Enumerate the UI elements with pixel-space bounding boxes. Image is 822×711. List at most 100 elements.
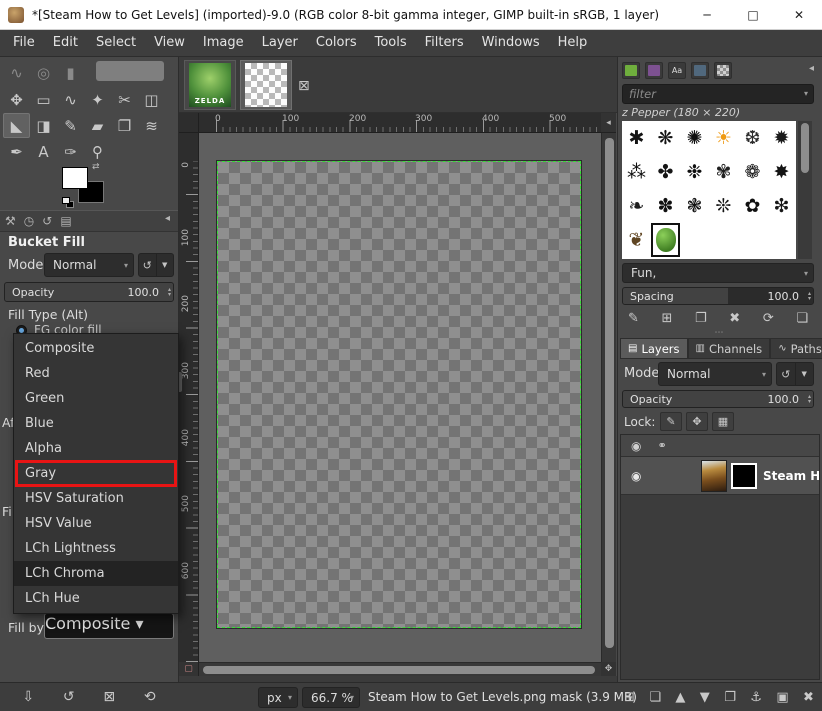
minimize-button[interactable]: ─ <box>684 0 730 30</box>
menu-item[interactable]: Select <box>87 30 145 56</box>
brush-item[interactable]: ✹ <box>767 121 796 155</box>
close-tab-icon[interactable]: ⊠ <box>298 78 310 94</box>
brush-spacing-slider[interactable]: Spacing 100.0 ▴▾ <box>622 287 814 305</box>
images-dialog-tab[interactable] <box>691 62 709 79</box>
device-status-dialog-tab[interactable]: ◷ <box>24 214 34 228</box>
delete-brush-button[interactable]: ✖ <box>729 311 740 326</box>
tool-move[interactable]: ✥ <box>3 87 30 112</box>
brushes-dialog-tab[interactable] <box>622 62 640 79</box>
layer-row[interactable]: ◉ Steam Ho <box>621 457 819 495</box>
tab-paths[interactable]: ∿ Paths <box>770 338 822 359</box>
link-icon[interactable]: ⚭ <box>657 439 666 452</box>
checker-dialog-tab[interactable] <box>714 62 732 79</box>
brush-item[interactable]: ✱ <box>622 121 651 155</box>
navigation-button[interactable]: ✥ <box>601 662 616 676</box>
eye-icon[interactable]: ◉ <box>631 439 641 453</box>
lock-alpha-button[interactable]: ▦ <box>712 412 734 431</box>
raise-layer-button[interactable]: ▲ <box>675 690 685 705</box>
opacity-slider[interactable]: Opacity 100.0 ▴▾ <box>4 282 174 302</box>
brush-item[interactable]: ✸ <box>767 155 796 189</box>
new-group-button[interactable]: ❏ <box>649 690 661 705</box>
menu-item[interactable]: Filters <box>416 30 473 56</box>
add-mask-button[interactable]: ▣ <box>776 690 788 705</box>
spinner-arrows-icon[interactable]: ▴▾ <box>808 391 811 407</box>
tool-smudge[interactable]: ≋ <box>138 113 165 138</box>
ruler-origin-corner[interactable] <box>179 113 199 133</box>
lock-position-button[interactable]: ✥ <box>686 412 708 431</box>
spinner-arrows-icon[interactable]: ▴▾ <box>808 288 811 304</box>
anchor-layer-button[interactable]: ⚓ <box>750 690 762 705</box>
patterns-dialog-tab[interactable] <box>645 62 663 79</box>
tool-dim-3[interactable]: ▮ <box>57 60 84 85</box>
fill-by-menu-option[interactable]: LCh Lightness <box>14 536 178 561</box>
restore-tool-preset-button[interactable]: ↺ <box>63 689 75 705</box>
duplicate-layer-button[interactable]: ❐ <box>724 690 736 705</box>
tool-clone[interactable]: ❐ <box>111 113 138 138</box>
menu-item[interactable]: Image <box>194 30 253 56</box>
fill-by-menu-option[interactable]: Gray <box>14 461 178 486</box>
save-tool-preset-button[interactable]: ⇩ <box>22 689 34 705</box>
unit-dropdown[interactable]: px ▾ <box>258 687 298 708</box>
new-layer-button[interactable]: ⊞ <box>624 690 635 705</box>
fill-by-menu-option[interactable]: HSV Saturation <box>14 486 178 511</box>
refresh-brushes-button[interactable]: ⟳ <box>763 311 774 326</box>
layer-mask-thumbnail-active[interactable] <box>731 463 757 489</box>
lower-layer-button[interactable]: ▼ <box>700 690 710 705</box>
fill-by-dropdown[interactable]: Composite ▾ <box>44 613 174 639</box>
tool-zoom[interactable]: ⚲ <box>84 139 111 164</box>
foreground-color-swatch[interactable] <box>62 167 88 189</box>
reset-mode-icon[interactable]: ↺ <box>777 363 795 385</box>
fill-by-menu-option[interactable]: Blue <box>14 411 178 436</box>
open-brush-as-image-button[interactable]: ❏ <box>796 311 808 326</box>
layer-thumbnail[interactable] <box>701 460 727 492</box>
spinner-arrows-icon[interactable]: ▴▾ <box>168 283 171 301</box>
paint-mode-dropdown[interactable]: Normal ▾ <box>44 253 134 277</box>
brush-item[interactable]: ✤ <box>651 155 680 189</box>
brush-item[interactable]: ❉ <box>680 155 709 189</box>
tool-group-button[interactable] <box>96 61 164 81</box>
fill-by-menu-option[interactable]: Red <box>14 361 178 386</box>
fill-by-menu-option[interactable]: LCh Hue <box>14 586 178 611</box>
new-brush-button[interactable]: ⊞ <box>662 311 673 326</box>
tool-text[interactable]: A <box>30 139 57 164</box>
brush-item[interactable] <box>651 223 680 257</box>
dock-menu-arrow-icon[interactable]: ◂ <box>809 63 814 74</box>
mode-menu-icon[interactable]: ▼ <box>156 254 174 276</box>
tool-free-select[interactable]: ∿ <box>57 87 84 112</box>
brush-tag-dropdown[interactable]: Fun, ▾ <box>622 263 814 283</box>
scrollbar-thumb[interactable] <box>203 666 595 674</box>
tool-dim-1[interactable]: ∿ <box>3 60 30 85</box>
tool-pencil[interactable]: ✎ <box>57 113 84 138</box>
brush-item[interactable]: ❧ <box>622 189 651 223</box>
image-tab-zelda[interactable]: ZELDA <box>184 60 236 110</box>
menu-item[interactable]: Colors <box>307 30 366 56</box>
scrollbar-thumb[interactable] <box>801 123 809 173</box>
brush-item[interactable]: ❁ <box>738 155 767 189</box>
brush-item[interactable] <box>738 223 767 257</box>
quick-mask-toggle[interactable]: ▢ <box>179 662 199 676</box>
horizontal-scrollbar[interactable] <box>199 662 601 676</box>
tab-layers[interactable]: ▤ Layers <box>620 338 688 359</box>
fonts-dialog-tab[interactable]: Aa <box>668 62 686 79</box>
tab-channels[interactable]: ▥ Channels <box>688 338 771 359</box>
fill-by-menu-option[interactable]: HSV Value <box>14 511 178 536</box>
close-button[interactable]: ✕ <box>776 0 822 30</box>
menu-item[interactable]: Layer <box>253 30 307 56</box>
tool-crop[interactable]: ◫ <box>138 87 165 112</box>
zoom-dropdown[interactable]: 66.7 % ▾ <box>302 687 360 708</box>
brush-item[interactable] <box>680 223 709 257</box>
tool-rectangle-select[interactable]: ▭ <box>30 87 57 112</box>
layer-opacity-slider[interactable]: Opacity 100.0 ▴▾ <box>622 390 814 408</box>
tool-ink[interactable]: ✒ <box>3 139 30 164</box>
maximize-button[interactable]: □ <box>730 0 776 30</box>
brush-item[interactable] <box>709 223 738 257</box>
undo-history-dialog-tab[interactable]: ↺ <box>42 214 52 228</box>
delete-tool-preset-button[interactable]: ⊠ <box>103 689 115 705</box>
fill-by-menu-option[interactable]: Composite <box>14 336 178 361</box>
horizontal-ruler[interactable]: 0100200300400500 <box>199 113 601 133</box>
layer-mode-dropdown[interactable]: Normal ▾ <box>658 362 772 386</box>
vertical-ruler[interactable]: 0100200300400500600 <box>179 133 199 662</box>
canvas-menu-button[interactable]: ◂ <box>601 113 616 133</box>
brush-item[interactable]: ❋ <box>651 121 680 155</box>
default-colors-icon[interactable] <box>62 197 70 204</box>
